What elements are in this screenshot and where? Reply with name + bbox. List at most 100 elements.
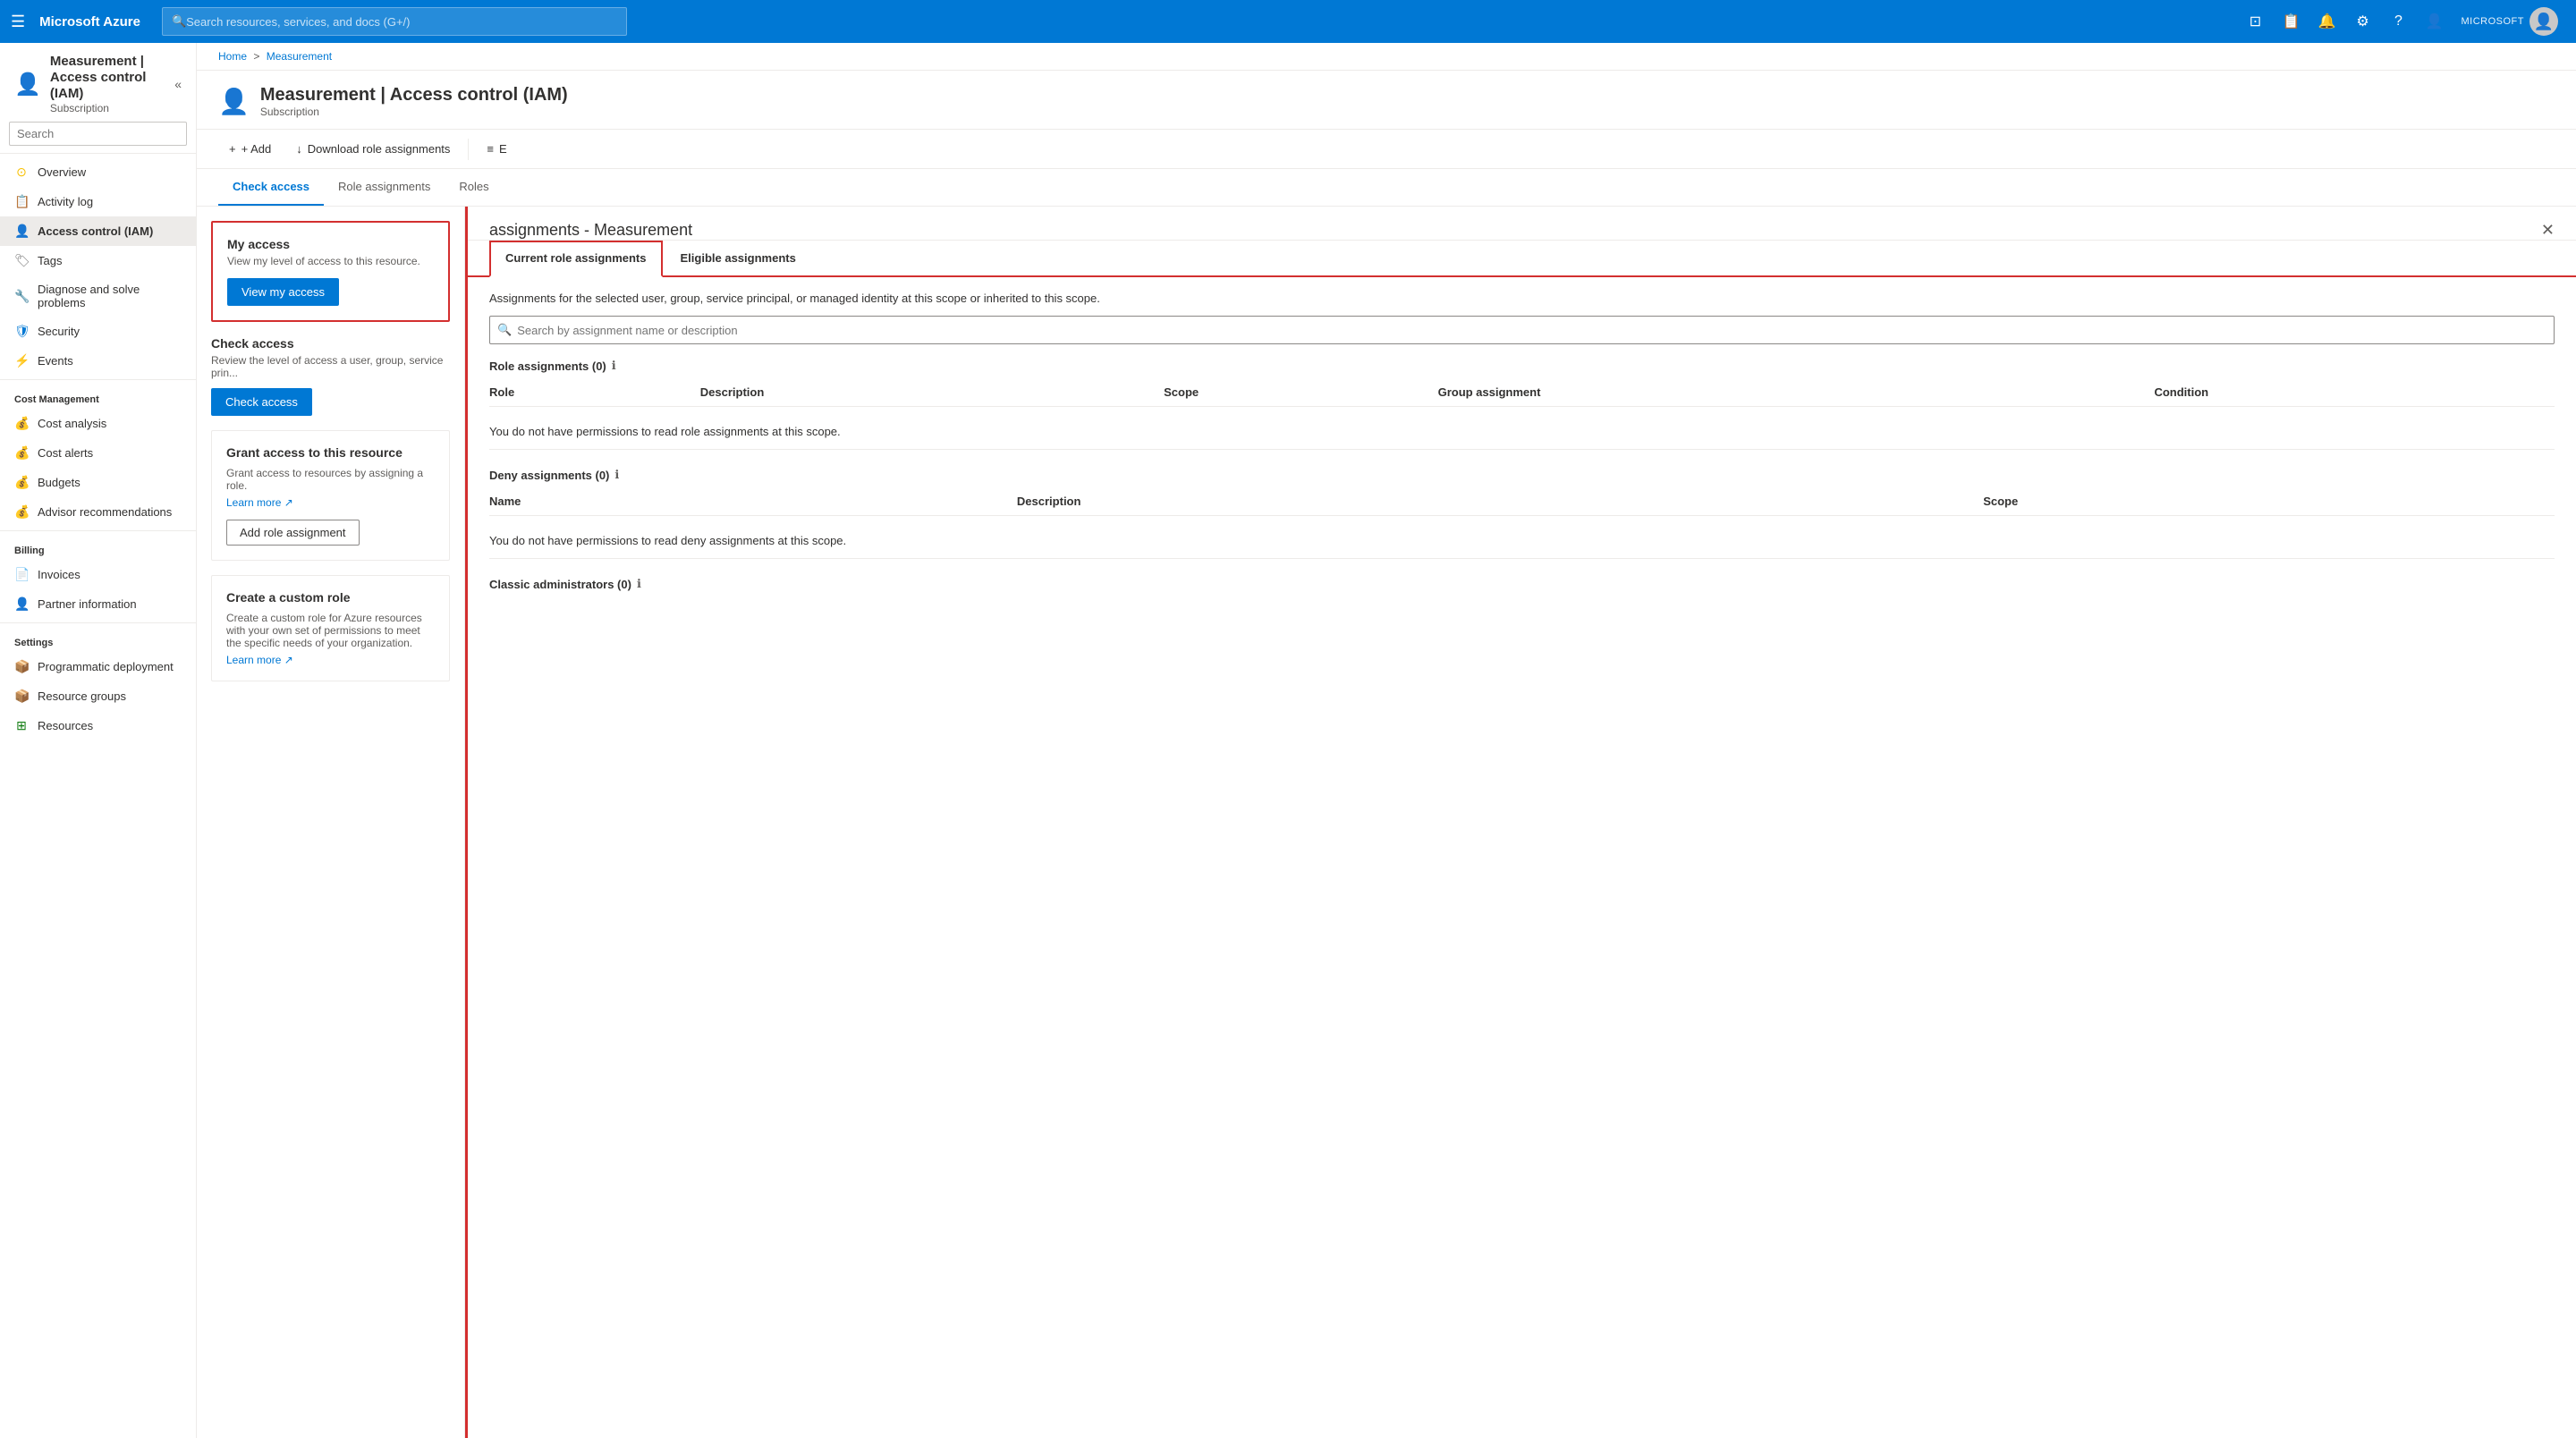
sidebar-item-label: Access control (IAM) bbox=[38, 224, 153, 238]
advisor-icon: 💰 bbox=[14, 504, 29, 520]
sidebar-item-label: Budgets bbox=[38, 476, 80, 489]
sidebar-item-label: Resources bbox=[38, 719, 93, 732]
col-name: Name bbox=[489, 487, 1017, 516]
sidebar-item-cost-alerts[interactable]: 💰 Cost alerts bbox=[0, 438, 196, 468]
sidebar-item-label: Cost alerts bbox=[38, 446, 93, 460]
sidebar-item-events[interactable]: ⚡ Events bbox=[0, 346, 196, 376]
cloud-shell-icon[interactable]: ⊡ bbox=[2240, 5, 2272, 38]
sidebar-search-input[interactable] bbox=[9, 122, 187, 146]
custom-role-learn-more-link[interactable]: Learn more ↗ bbox=[226, 654, 293, 666]
app-body: 👤 Measurement | Access control (IAM) Sub… bbox=[0, 43, 2576, 1438]
deny-assignments-info-icon[interactable]: ℹ bbox=[614, 468, 619, 482]
sidebar-item-invoices[interactable]: 📄 Invoices bbox=[0, 560, 196, 589]
breadcrumb-home[interactable]: Home bbox=[218, 50, 247, 63]
user-label: MICROSOFT bbox=[2462, 16, 2525, 27]
panel-description: Assignments for the selected user, group… bbox=[489, 292, 2555, 305]
sidebar-item-label: Partner information bbox=[38, 597, 137, 611]
close-button[interactable]: ✕ bbox=[2541, 221, 2555, 240]
grant-learn-more-link[interactable]: Learn more ↗ bbox=[226, 496, 293, 509]
add-role-assignment-button[interactable]: Add role assignment bbox=[226, 520, 360, 546]
cost-alerts-icon: 💰 bbox=[14, 445, 29, 461]
right-panel-body: Assignments for the selected user, group… bbox=[468, 277, 2576, 1438]
diagnose-icon: 🔧 bbox=[14, 289, 29, 304]
external-link-icon: ↗ bbox=[284, 496, 293, 509]
sidebar-collapse-button[interactable]: « bbox=[174, 77, 182, 91]
my-access-card: My access View my level of access to thi… bbox=[211, 221, 450, 322]
right-panel-title: assignments - Measurement bbox=[489, 221, 692, 240]
sidebar-item-label: Diagnose and solve problems bbox=[38, 283, 182, 309]
sidebar-item-activity-log[interactable]: 📋 Activity log bbox=[0, 187, 196, 216]
cost-management-section-label: Cost Management bbox=[0, 384, 196, 409]
deny-assignments-table: Name Description Scope bbox=[489, 487, 2555, 516]
sidebar-search[interactable] bbox=[0, 122, 196, 154]
check-access-button[interactable]: Check access bbox=[211, 388, 312, 416]
sidebar-item-programmatic[interactable]: 📦 Programmatic deployment bbox=[0, 652, 196, 681]
sidebar-item-label: Activity log bbox=[38, 195, 93, 208]
classic-admins-header: Classic administrators (0) ℹ bbox=[489, 577, 2555, 591]
sidebar-divider-2 bbox=[0, 530, 196, 531]
partner-info-icon: 👤 bbox=[14, 596, 29, 612]
feedback-icon[interactable]: 📋 bbox=[2275, 5, 2308, 38]
sidebar-item-tags[interactable]: 🏷 Tags bbox=[0, 246, 196, 275]
add-label: + Add bbox=[242, 142, 272, 156]
toolbar-divider bbox=[468, 139, 469, 160]
col-role: Role bbox=[489, 378, 700, 407]
grant-access-card: Grant access to this resource Grant acce… bbox=[211, 430, 450, 561]
global-search-bar[interactable]: 🔍 bbox=[162, 7, 627, 36]
right-panel-header: assignments - Measurement ✕ bbox=[468, 207, 2576, 241]
classic-admins-info-icon[interactable]: ℹ bbox=[637, 577, 641, 591]
overview-icon: ⊙ bbox=[14, 165, 29, 180]
sidebar-item-advisor[interactable]: 💰 Advisor recommendations bbox=[0, 497, 196, 527]
assignment-search-input[interactable] bbox=[517, 324, 2546, 337]
col-scope: Scope bbox=[1164, 378, 1437, 407]
sidebar-item-label: Overview bbox=[38, 165, 86, 179]
more-button[interactable]: ≡ E bbox=[476, 137, 517, 161]
app-logo: Microsoft Azure bbox=[39, 14, 140, 30]
role-assignments-empty-message: You do not have permissions to read role… bbox=[489, 414, 2555, 450]
view-my-access-button[interactable]: View my access bbox=[227, 278, 339, 306]
check-access-title: Check access bbox=[211, 336, 450, 351]
notifications-icon[interactable]: 🔔 bbox=[2311, 5, 2343, 38]
role-assignments-info-icon[interactable]: ℹ bbox=[612, 359, 616, 373]
grant-access-description: Grant access to resources by assigning a… bbox=[226, 467, 435, 492]
profile-icon[interactable]: 👤 bbox=[2419, 5, 2451, 38]
breadcrumb-resource[interactable]: Measurement bbox=[267, 50, 332, 63]
add-button[interactable]: + + Add bbox=[218, 137, 282, 161]
custom-role-description: Create a custom role for Azure resources… bbox=[226, 612, 435, 649]
settings-icon[interactable]: ⚙ bbox=[2347, 5, 2379, 38]
sidebar-item-resource-groups[interactable]: 📦 Resource groups bbox=[0, 681, 196, 711]
sidebar-item-diagnose[interactable]: 🔧 Diagnose and solve problems bbox=[0, 275, 196, 317]
sidebar-item-cost-analysis[interactable]: 💰 Cost analysis bbox=[0, 409, 196, 438]
sidebar-item-security[interactable]: 🛡 Security bbox=[0, 317, 196, 346]
tab-check-access[interactable]: Check access bbox=[218, 169, 324, 206]
user-area[interactable]: MICROSOFT 👤 bbox=[2454, 7, 2566, 36]
download-button[interactable]: ↓ Download role assignments bbox=[285, 137, 461, 161]
right-tab-current[interactable]: Current role assignments bbox=[489, 241, 663, 277]
main-split: My access View my level of access to thi… bbox=[197, 207, 2576, 1438]
my-access-description: View my level of access to this resource… bbox=[227, 255, 434, 267]
sidebar-item-label: Tags bbox=[38, 254, 62, 267]
tab-role-assignments[interactable]: Role assignments bbox=[324, 169, 445, 206]
top-navigation: ☰ Microsoft Azure 🔍 ⊡ 📋 🔔 ⚙ ? 👤 MICROSOF… bbox=[0, 0, 2576, 43]
cost-analysis-icon: 💰 bbox=[14, 416, 29, 431]
content-area: Home > Measurement 👤 Measurement | Acces… bbox=[197, 43, 2576, 1438]
resource-name: Measurement | Access control (IAM) bbox=[50, 54, 165, 102]
right-tab-eligible[interactable]: Eligible assignments bbox=[665, 241, 812, 275]
tab-roles[interactable]: Roles bbox=[445, 169, 503, 206]
right-tab-bar: Current role assignments Eligible assign… bbox=[468, 241, 2576, 277]
sidebar-item-partner-info[interactable]: 👤 Partner information bbox=[0, 589, 196, 619]
sidebar-item-overview[interactable]: ⊙ Overview bbox=[0, 157, 196, 187]
security-icon: 🛡 bbox=[14, 324, 29, 339]
toolbar: + + Add ↓ Download role assignments ≡ E bbox=[197, 130, 2576, 169]
menu-icon[interactable]: ☰ bbox=[11, 13, 25, 31]
col-description: Description bbox=[700, 378, 1164, 407]
sidebar-item-resources[interactable]: ⊞ Resources bbox=[0, 711, 196, 740]
global-search-input[interactable] bbox=[186, 15, 617, 29]
col-description: Description bbox=[1017, 487, 1983, 516]
page-subtitle: Subscription bbox=[260, 106, 568, 118]
sidebar-item-budgets[interactable]: 💰 Budgets bbox=[0, 468, 196, 497]
assignment-search-box[interactable]: 🔍 bbox=[489, 316, 2555, 344]
sidebar: 👤 Measurement | Access control (IAM) Sub… bbox=[0, 43, 197, 1438]
help-icon[interactable]: ? bbox=[2383, 5, 2415, 38]
sidebar-item-iam[interactable]: 👤 Access control (IAM) bbox=[0, 216, 196, 246]
